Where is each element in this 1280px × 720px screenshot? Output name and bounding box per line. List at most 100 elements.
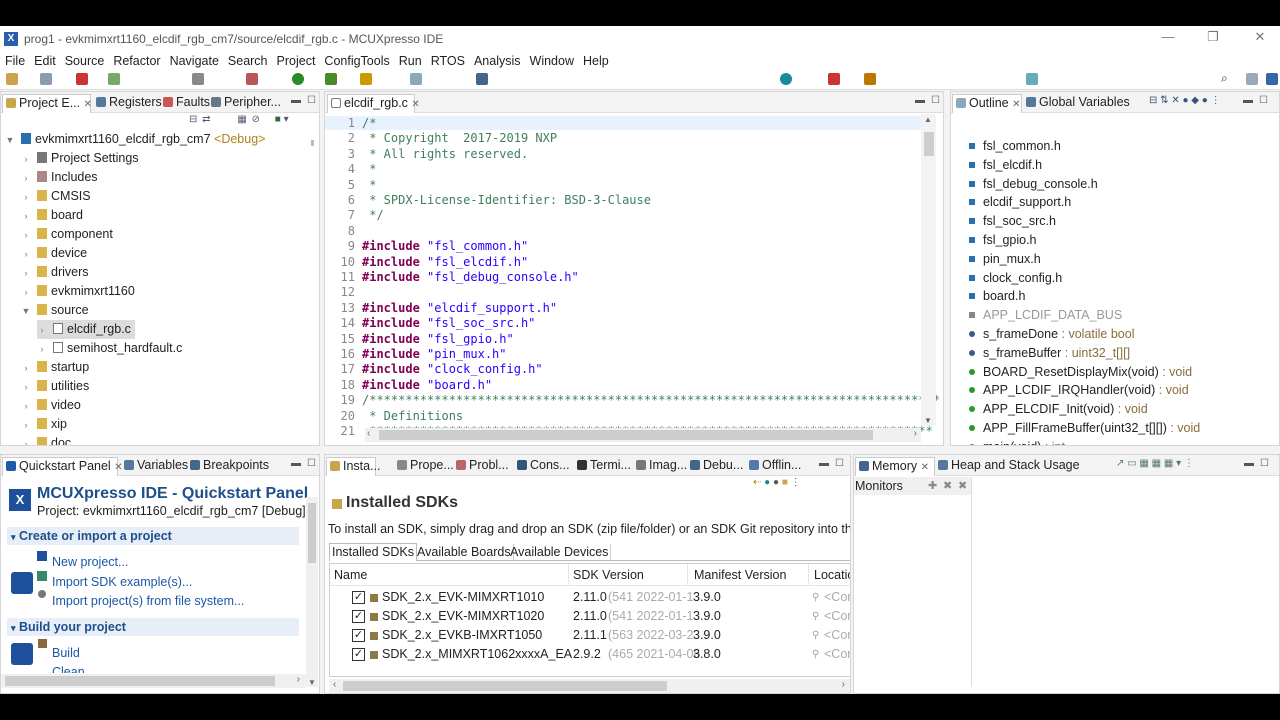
code-line[interactable]: 6 * SPDX-License-Identifier: BSD-3-Claus… <box>325 193 651 208</box>
search-icon[interactable]: ⌕ <box>1221 71 1228 86</box>
code-line[interactable]: 14 #include "fsl_soc_src.h" <box>325 316 536 331</box>
chevron-right-icon[interactable]: › <box>21 150 31 169</box>
maximize-view-icon[interactable]: ☐ <box>307 95 316 106</box>
chevron-right-icon[interactable]: › <box>21 169 31 188</box>
close-tab-icon[interactable]: ✕ <box>1012 99 1020 110</box>
chevron-right-icon[interactable]: › <box>21 226 31 245</box>
code-line[interactable]: 7 */ <box>325 208 384 223</box>
chevron-right-icon[interactable]: › <box>21 435 31 445</box>
minimize-view-icon[interactable]: ▬ <box>1244 458 1254 469</box>
run-external-icon[interactable] <box>325 73 337 85</box>
minimize-view-icon[interactable]: ▬ <box>915 95 925 106</box>
outline-item[interactable]: s_frameDone : volatile bool <box>951 325 1134 344</box>
menu-project[interactable]: Project <box>277 54 316 68</box>
link-editor-icon[interactable]: ⇄ <box>202 114 210 125</box>
code-line[interactable]: 2 * Copyright 2017-2019 NXP <box>325 131 557 146</box>
editor-vscroll[interactable]: ▲ ▼ <box>921 114 936 426</box>
new-project-link[interactable]: New project... <box>52 555 128 569</box>
tree-item[interactable]: › board <box>21 206 83 225</box>
minimize-view-icon[interactable]: ▬ <box>291 95 301 106</box>
menu-run[interactable]: Run <box>399 54 422 68</box>
folder-open-icon[interactable]: ■ <box>782 477 788 488</box>
tab-registers[interactable]: Registers <box>93 94 162 113</box>
minimize-view-icon[interactable]: ▬ <box>819 458 829 469</box>
maximize-view-icon[interactable]: ☐ <box>1260 458 1269 469</box>
chevron-right-icon[interactable]: › <box>21 283 31 302</box>
run-icon[interactable] <box>292 73 304 85</box>
outline-item[interactable]: board.h <box>951 287 1025 306</box>
hscroll-thumb[interactable] <box>343 681 667 691</box>
menu-help[interactable]: Help <box>583 54 609 68</box>
outline-item[interactable]: elcdif_support.h <box>951 193 1071 212</box>
tab-console[interactable]: Cons... <box>514 457 570 476</box>
chevron-right-icon[interactable]: › <box>21 264 31 283</box>
close-tab-icon[interactable]: ✕ <box>84 99 92 110</box>
outline-item[interactable]: APP_LCDIF_IRQHandler(void) : void <box>951 381 1189 400</box>
outline-item[interactable]: main(void) : int <box>951 438 1065 445</box>
filter-icon[interactable]: ▦ <box>237 114 246 125</box>
quickstart-hscroll[interactable]: › <box>1 674 306 688</box>
sdk-table-row[interactable]: ✓ SDK_2.x_EVK-MIMXRT1010 2.11.0 (541 2022-0… <box>330 588 850 607</box>
outline-item[interactable]: BOARD_ResetDisplayMix(void) : void <box>951 363 1192 382</box>
menu-refactor[interactable]: Refactor <box>113 54 160 68</box>
sdk-table-row[interactable]: ✓ SDK_2.x_EVK-MIMXRT1020 2.11.0 (541 2022-0… <box>330 607 850 626</box>
col-sdk-version[interactable]: SDK Version <box>573 564 644 586</box>
outline-item[interactable]: fsl_soc_src.h <box>951 212 1056 231</box>
code-line[interactable]: 11 #include "fsl_debug_console.h" <box>325 270 579 285</box>
chevron-right-icon[interactable]: › <box>21 245 31 264</box>
tab-offline[interactable]: Offlin... <box>746 457 801 476</box>
scroll-right-icon[interactable]: › <box>297 674 300 685</box>
tab-project-explorer[interactable]: Project E... ✕ <box>2 94 92 113</box>
outline-item[interactable]: clock_config.h <box>951 269 1062 288</box>
outline-item[interactable]: APP_FillFrameBuffer(uint32_t[][]) : void <box>951 419 1200 438</box>
sdk-table-row[interactable]: ✓ SDK_2.x_MIMXRT1062xxxxA_EA 2.9.2 (465 202… <box>330 645 850 664</box>
stop-icon[interactable]: ● <box>773 477 779 488</box>
quickstart-vscroll[interactable]: ▼ <box>306 497 318 687</box>
refresh-icon[interactable]: ● <box>764 477 770 488</box>
vscroll-thumb[interactable] <box>308 503 316 563</box>
import-projects-link[interactable]: Import project(s) from file system... <box>52 594 244 608</box>
open-type-icon[interactable] <box>360 73 372 85</box>
close-tab-icon[interactable]: ✕ <box>411 99 419 110</box>
remove-all-monitors-icon[interactable]: ✖ <box>958 479 967 492</box>
code-line[interactable]: 15 #include "fsl_gpio.h" <box>325 332 514 347</box>
chevron-right-icon[interactable]: › <box>21 416 31 435</box>
tree-item[interactable]: › drivers <box>21 263 89 282</box>
tab-peripherals[interactable]: Peripher... <box>208 94 281 113</box>
maximize-view-icon[interactable]: ☐ <box>931 95 940 106</box>
scroll-left-icon[interactable]: ‹ <box>367 428 370 439</box>
hscroll-thumb[interactable] <box>379 430 873 440</box>
chevron-right-icon[interactable]: › <box>21 378 31 397</box>
editor-hscroll[interactable]: ‹ › <box>365 428 921 442</box>
code-line[interactable]: 10 #include "fsl_elcdif.h" <box>325 255 529 270</box>
outline-item[interactable]: fsl_gpio.h <box>951 231 1037 250</box>
menu-source[interactable]: Source <box>65 54 105 68</box>
col-name[interactable]: Name <box>334 564 367 586</box>
develop-perspective-icon[interactable] <box>1266 73 1278 85</box>
code-line[interactable]: 18 #include "board.h" <box>325 378 493 393</box>
tab-variables[interactable]: Variables <box>121 457 188 476</box>
gui-flash-icon[interactable] <box>780 73 792 85</box>
chevron-right-icon[interactable]: › <box>21 188 31 207</box>
tab-image-info[interactable]: Imag... <box>633 457 687 476</box>
save-icon[interactable] <box>40 73 52 85</box>
col-location[interactable]: Locatio <box>814 564 850 586</box>
tree-item[interactable]: › device <box>21 244 88 264</box>
tree-item[interactable]: › utilities <box>21 377 90 397</box>
menu-file[interactable]: File <box>5 54 25 68</box>
vscroll-thumb[interactable] <box>924 132 934 156</box>
code-line[interactable]: 12 <box>325 285 362 300</box>
perspective-icon[interactable] <box>1246 73 1258 85</box>
import-sdk-example-link[interactable]: Import SDK example(s)... <box>52 575 192 589</box>
hscroll-thumb[interactable] <box>5 676 275 686</box>
new-icon[interactable] <box>6 73 18 85</box>
code-line[interactable]: 3 * All rights reserved. <box>325 147 528 162</box>
view-menu-icon[interactable]: ■ <box>275 114 281 125</box>
tree-item[interactable]: › doc <box>21 434 71 445</box>
breakpoint-icon[interactable] <box>246 73 258 85</box>
tree-item[interactable]: › startup <box>21 358 90 377</box>
view-dropdown-icon[interactable]: ▾ <box>284 114 289 125</box>
tree-item[interactable]: › CMSIS <box>21 187 91 206</box>
tab-heap-stack[interactable]: Heap and Stack Usage <box>935 457 1080 476</box>
tree-item-selected[interactable]: › elcdif_rgb.c <box>37 320 135 339</box>
